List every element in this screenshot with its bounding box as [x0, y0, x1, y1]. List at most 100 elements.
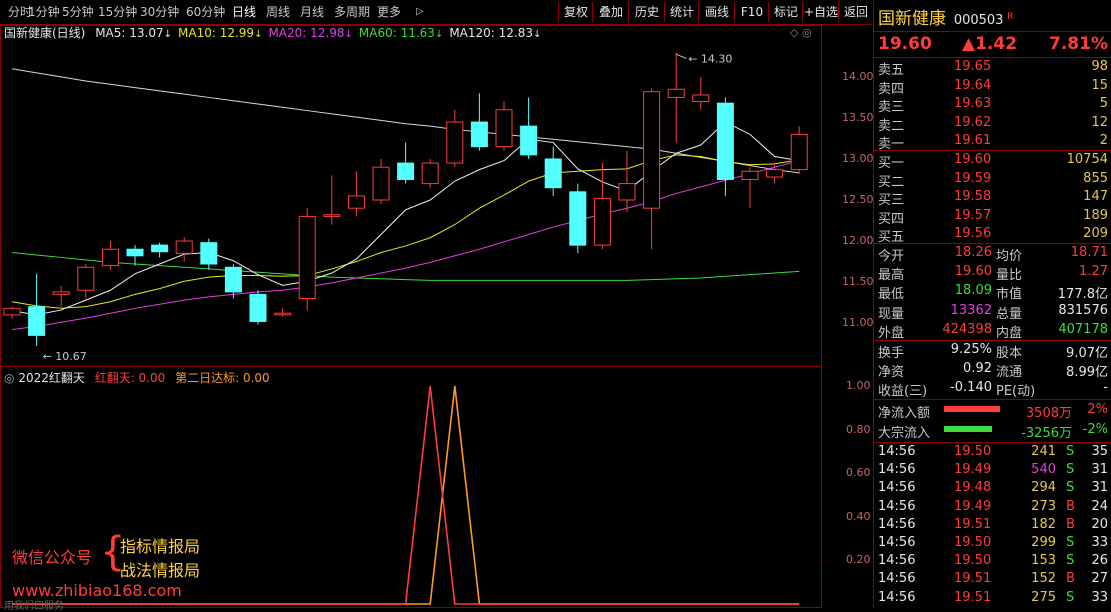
bid-volume: 855 [1083, 170, 1108, 186]
stat-value: 177.8亿 [1057, 287, 1108, 303]
period-tab[interactable]: 60分钟 [186, 4, 225, 20]
tick-row: 14:56 19.49 273 B 24 [874, 498, 1111, 517]
low-note: ← 10.67 [43, 350, 87, 363]
period-tab[interactable]: 30分钟 [140, 4, 179, 20]
ind-y-tick-label: 1.00 [846, 379, 871, 392]
stat-value: 18.09 [954, 283, 992, 299]
tick-side: S [1066, 553, 1075, 569]
toolbar-button[interactable]: 画线 [698, 2, 735, 22]
down-arrow-icon: ↓ [434, 29, 444, 40]
toolbar-button[interactable]: 标记 [768, 2, 803, 22]
more-chevron-icon[interactable]: ▷ [416, 4, 424, 20]
fundamental-value: 9.25% [950, 342, 992, 357]
bid-label: 买四 [878, 211, 905, 227]
tick-side: S [1066, 444, 1075, 459]
period-tab[interactable]: 15分钟 [98, 4, 137, 20]
candle [3, 306, 21, 319]
stat-value: 18.71 [1070, 245, 1108, 260]
down-arrow-icon: ↓ [533, 29, 542, 40]
toolbar-button[interactable]: +自选 [802, 2, 839, 22]
ask-volume: 15 [1091, 77, 1108, 93]
tick-time: 14:56 [878, 444, 916, 459]
stat-label: 现量 [878, 306, 905, 322]
stat-value: 831576 [1058, 302, 1108, 318]
tick-volume: 294 [1031, 480, 1056, 496]
toolbar-button[interactable]: 复权 [558, 2, 593, 22]
tick-count: 26 [1091, 553, 1108, 569]
tick-row: 14:56 19.49 540 S 31 [874, 461, 1111, 480]
bid-label: 买三 [878, 193, 905, 208]
tick-volume: 299 [1031, 535, 1056, 550]
tick-side: S [1066, 589, 1075, 605]
bid-label: 买二 [878, 174, 905, 190]
watermark-bottom-small: 用我们口服务 [4, 601, 64, 612]
tick-time: 14:56 [878, 498, 916, 514]
fundamental-value: 8.99亿 [1066, 365, 1108, 381]
period-tab[interactable]: 1分钟 [28, 4, 60, 20]
candle [544, 146, 562, 196]
flow-value: 3508万 [1025, 406, 1072, 421]
bid-row: 买五 19.56 209 [874, 225, 1111, 245]
tick-row: 14:56 19.50 241 S 35 [874, 443, 1111, 462]
candle [618, 150, 636, 213]
tick-price: 19.51 [954, 589, 992, 605]
ma-legend-item: MA60: 11.63 [358, 26, 435, 40]
tick-price: 19.51 [954, 516, 992, 532]
candle [446, 109, 464, 168]
toolbar-button[interactable]: 返回 [838, 2, 873, 22]
tick-row: 14:56 19.51 152 B 27 [874, 570, 1111, 589]
flow-row: 大宗流入 -3256万 -2% [874, 421, 1111, 441]
watermark-left: 微信公众号 [12, 548, 93, 567]
y-tick-label: 12.00 [842, 234, 874, 248]
period-tab[interactable]: 周线 [266, 4, 290, 20]
tick-count: 31 [1091, 480, 1108, 496]
candlestick-chart[interactable]: ← 14.30 ← 10.67 [0, 40, 822, 365]
tick-count: 31 [1091, 462, 1108, 478]
tick-side: B [1066, 516, 1075, 532]
period-tab[interactable]: 更多 [377, 4, 401, 20]
tick-row: 14:56 19.51 275 S 33 [874, 589, 1111, 608]
watermark-right-bottom: 战法情报局 [120, 561, 201, 580]
period-tab[interactable]: 多周期 [334, 4, 370, 20]
candle [643, 88, 661, 250]
watermark-right-top: 指标情报局 [120, 537, 201, 556]
quote-panel: 国新健康 000503 R 19.60 ▲1.42 7.81% 卖五 19.65 9… [873, 0, 1111, 608]
tick-volume: 273 [1031, 498, 1056, 514]
ask-volume: 98 [1091, 59, 1108, 74]
tick-row: 14:56 19.48 294 S 31 [874, 479, 1111, 498]
candle [224, 264, 242, 299]
fundamental-label: PE(动) [996, 384, 1036, 400]
period-tab[interactable]: 5分钟 [62, 4, 94, 20]
chart-title: 国新健康(日线) [4, 26, 86, 40]
tick-volume: 540 [1031, 462, 1056, 478]
toolbar-button[interactable]: 叠加 [592, 2, 629, 22]
stat-value: 13362 [950, 302, 992, 318]
tick-volume: 275 [1031, 589, 1056, 605]
fundamental-value: 9.07亿 [1066, 346, 1108, 361]
tick-price: 19.48 [954, 480, 992, 496]
candle [126, 245, 144, 266]
tick-side: B [1066, 571, 1075, 587]
bid-row: 买三 19.58 147 [874, 188, 1111, 208]
candle [249, 290, 267, 325]
ind-y-tick-label: 0.80 [846, 422, 871, 436]
candle [52, 286, 70, 307]
toolbar-button[interactable]: 统计 [664, 2, 699, 22]
down-arrow-icon: ↓ [163, 29, 173, 40]
toolbar-button[interactable]: 历史 [628, 2, 665, 22]
stat-row: 外盘 424398 内盘 407178 [874, 321, 1111, 341]
tick-row: 14:56 19.51 182 B 20 [874, 516, 1111, 535]
stock-badge: R [1007, 12, 1014, 22]
y-tick-label: 13.00 [842, 151, 874, 165]
last-price: 19.60 [878, 34, 932, 54]
chart-settings-icons[interactable]: ◇ ◎ [790, 26, 812, 39]
flow-row: 净流入额 3508万 2% [874, 401, 1111, 421]
candle [101, 241, 119, 270]
bid-price: 19.56 [954, 226, 992, 241]
period-tab[interactable]: 月线 [300, 4, 324, 20]
period-tab[interactable]: 日线 [232, 4, 256, 20]
candle [397, 142, 415, 184]
toolbar-button[interactable]: F10 [734, 2, 769, 22]
tick-side: S [1066, 480, 1075, 496]
candle [347, 171, 365, 217]
